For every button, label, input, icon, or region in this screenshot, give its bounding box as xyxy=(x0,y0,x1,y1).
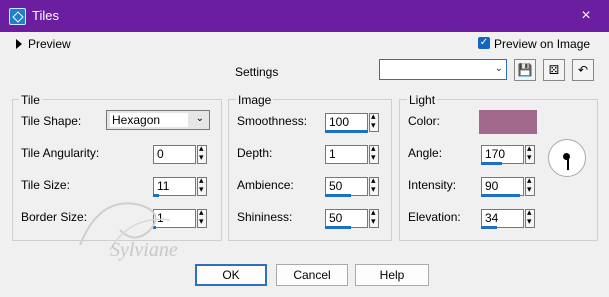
tile-size-label: Tile Size: xyxy=(21,178,70,192)
depth-label: Depth: xyxy=(237,146,273,160)
preview-toggle[interactable]: Preview xyxy=(28,37,71,51)
window-title: Tiles xyxy=(32,8,59,23)
smoothness-label: Smoothness: xyxy=(237,114,308,128)
spin-arrows-icon[interactable] xyxy=(197,207,207,228)
tile-shape-label: Tile Shape: xyxy=(21,114,82,128)
elevation-slider[interactable] xyxy=(481,226,498,229)
angle-label: Angle: xyxy=(408,146,443,160)
color-label: Color: xyxy=(408,114,441,128)
reset-button[interactable]: ↶ xyxy=(572,59,594,81)
spin-arrows-icon[interactable] xyxy=(197,143,207,164)
app-icon xyxy=(9,8,26,25)
light-group-title: Light xyxy=(407,93,438,107)
elevation-spinner[interactable]: 34 xyxy=(481,207,535,229)
smoothness-slider[interactable] xyxy=(325,130,368,133)
intensity-spinner[interactable]: 90 xyxy=(481,175,535,197)
spin-arrows-icon[interactable] xyxy=(369,143,379,164)
close-button[interactable]: × xyxy=(571,5,601,27)
ambience-label: Ambience: xyxy=(237,178,294,192)
smoothness-spinner[interactable]: 100 xyxy=(325,111,379,133)
expand-triangle-icon[interactable] xyxy=(16,39,22,49)
cancel-button[interactable]: Cancel xyxy=(276,264,348,286)
ok-button[interactable]: OK xyxy=(195,264,267,286)
light-color-swatch[interactable] xyxy=(479,110,537,134)
randomize-button[interactable]: ⚄ xyxy=(543,59,565,81)
dropdown-chevron-icon: ⌄ xyxy=(494,63,503,74)
light-angle-dial[interactable] xyxy=(548,139,586,177)
intensity-slider[interactable] xyxy=(481,194,520,197)
reset-icon: ↶ xyxy=(577,63,589,77)
spin-arrows-icon[interactable] xyxy=(525,175,535,196)
spin-arrows-icon[interactable] xyxy=(525,207,535,228)
shininess-spinner[interactable]: 50 xyxy=(325,207,379,229)
preview-on-image-checkbox[interactable]: ✓ xyxy=(478,37,490,49)
save-preset-button[interactable]: 💾 xyxy=(514,59,536,81)
spin-arrows-icon[interactable] xyxy=(369,207,379,228)
depth-value[interactable]: 1 xyxy=(325,145,368,164)
shininess-label: Shininess: xyxy=(237,210,293,224)
preview-on-image-label[interactable]: Preview on Image xyxy=(494,37,590,51)
spin-arrows-icon[interactable] xyxy=(369,111,379,132)
ambience-spinner[interactable]: 50 xyxy=(325,175,379,197)
tile-group-title: Tile xyxy=(19,93,42,107)
help-button[interactable]: Help xyxy=(355,264,429,286)
tile-angularity-value[interactable]: 0 xyxy=(153,145,196,164)
elevation-label: Elevation: xyxy=(408,210,461,224)
spin-arrows-icon[interactable] xyxy=(197,175,207,196)
intensity-label: Intensity: xyxy=(408,178,457,192)
angle-slider[interactable] xyxy=(481,162,502,165)
spin-arrows-icon[interactable] xyxy=(525,143,535,164)
randomize-icon: ⚄ xyxy=(548,63,560,77)
watermark-signature: Sylviane xyxy=(110,239,178,261)
tile-angularity-spinner[interactable]: 0 xyxy=(153,143,207,164)
settings-label: Settings xyxy=(235,65,279,79)
dial-needle-icon xyxy=(567,158,569,170)
tile-angularity-label: Tile Angularity: xyxy=(21,146,100,160)
checkbox-check-icon: ✓ xyxy=(479,37,489,48)
depth-spinner[interactable]: 1 xyxy=(325,143,379,164)
image-group-title: Image xyxy=(236,93,274,107)
spin-arrows-icon[interactable] xyxy=(369,175,379,196)
shininess-slider[interactable] xyxy=(325,226,351,229)
chevron-down-icon: ⌄ xyxy=(195,113,204,124)
tile-shape-value: Hexagon xyxy=(110,113,188,127)
angle-spinner[interactable]: 170 xyxy=(481,143,535,165)
ambience-slider[interactable] xyxy=(325,194,351,197)
tile-shape-select[interactable]: Hexagon ⌄ xyxy=(106,110,210,130)
save-icon: 💾 xyxy=(517,63,533,77)
title-bar xyxy=(0,0,609,32)
settings-dropdown[interactable]: ⌄ xyxy=(379,59,507,80)
